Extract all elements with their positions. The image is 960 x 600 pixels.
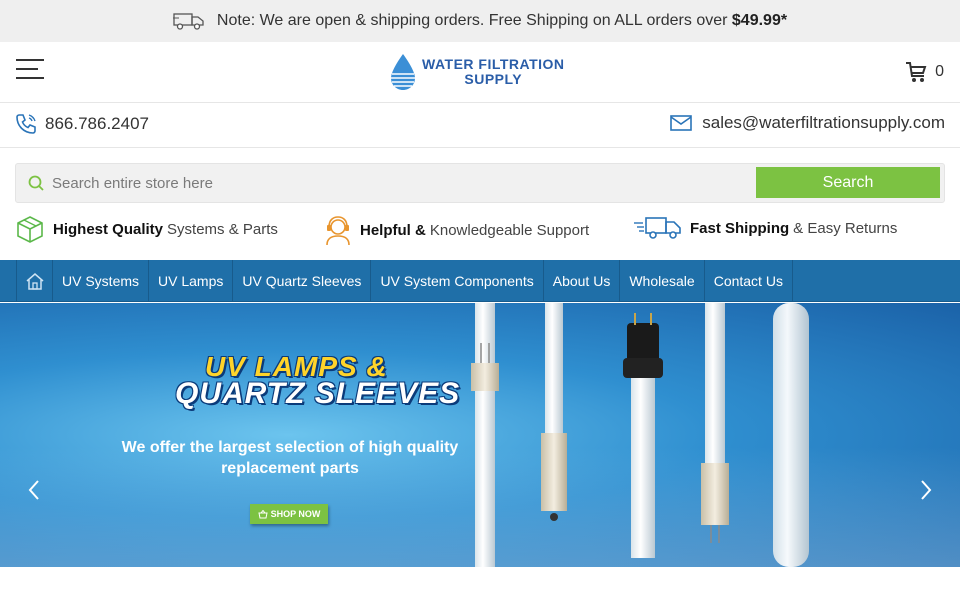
delivery-truck-icon [634,217,681,239]
hero-title-line-2: QUARTZ SLEEVES [175,377,461,410]
home-icon [26,273,43,290]
carousel-prev-icon[interactable] [24,478,44,502]
truck-icon [172,13,204,30]
nav-uv-lamps[interactable]: UV Lamps [149,260,234,302]
site-logo[interactable]: WATER FILTRATION SUPPLY [388,50,578,94]
announcement-text: Note: We are open & shipping orders. Fre… [216,12,728,29]
main-nav: UV Systems UV Lamps UV Quartz Sleeves UV… [0,260,960,302]
phone-link[interactable]: 866.786.2407 [15,113,149,135]
email-address: sales@waterfiltrationsupply.com [702,113,945,132]
shop-now-label: SHOP NOW [270,509,321,519]
hero-subtitle-line-2: replacement parts [221,460,359,477]
nav-contact-us[interactable]: Contact Us [705,260,793,302]
feature-shipping-bold: Fast Shipping [690,219,790,237]
announcement-bar: Note: We are open & shipping orders. Fre… [0,0,960,42]
envelope-icon [670,115,693,131]
nav-uv-system-components[interactable]: UV System Components [371,260,544,302]
search-icon [28,175,44,191]
feature-shipping: Fast Shipping & Easy Returns [634,214,897,242]
features-row: Highest Quality Systems & Parts Helpful … [0,214,960,248]
support-agent-icon [326,216,350,246]
box-icon [17,216,43,243]
feature-quality: Highest Quality Systems & Parts [15,214,278,244]
uv-lamps-image [471,303,809,567]
email-link[interactable]: sales@waterfiltrationsupply.com [670,113,945,133]
feature-quality-bold: Highest Quality [53,220,164,238]
menu-line [16,77,44,79]
hero-subtitle-line-1: We offer the largest selection of high q… [121,439,459,456]
water-drop-icon [391,54,415,90]
cart-count: 0 [935,63,944,80]
feature-quality-text: Systems & Parts [167,220,278,238]
search-button[interactable]: Search [756,167,940,198]
nav-wholesale[interactable]: Wholesale [620,260,705,302]
feature-support-bold: Helpful & [360,221,426,239]
menu-line [16,68,38,70]
basket-icon [257,509,268,518]
phone-icon [16,114,36,134]
feature-support-text: Knowledgeable Support [429,221,590,239]
menu-toggle-button[interactable] [16,59,44,83]
search-input[interactable] [52,168,752,198]
feature-support: Helpful & Knowledgeable Support [324,214,589,246]
cart-icon [906,62,927,82]
menu-line [16,59,44,61]
carousel-next-icon[interactable] [916,478,936,502]
hero-subtitle: We offer the largest selection of high q… [120,437,460,479]
feature-shipping-text: & Easy Returns [793,219,898,237]
nav-uv-systems[interactable]: UV Systems [53,260,150,302]
logo-line-2: SUPPLY [464,71,523,87]
cart-button[interactable]: 0 [905,60,944,84]
hero-banner[interactable]: UV LAMPS & QUARTZ SLEEVES We offer the l… [0,303,960,567]
contact-row: 866.786.2407 sales@waterfiltrationsupply… [0,103,960,148]
nav-home-button[interactable] [17,260,53,302]
search-bar: Search [15,163,945,203]
nav-about-us[interactable]: About Us [544,260,621,302]
phone-number: 866.786.2407 [45,114,149,133]
free-shipping-amount: $49.99* [731,12,788,29]
shop-now-button[interactable]: SHOP NOW [250,504,328,524]
nav-uv-quartz-sleeves[interactable]: UV Quartz Sleeves [233,260,372,302]
site-header: WATER FILTRATION SUPPLY 0 [0,42,960,103]
logo-line-1: WATER FILTRATION [422,56,565,72]
